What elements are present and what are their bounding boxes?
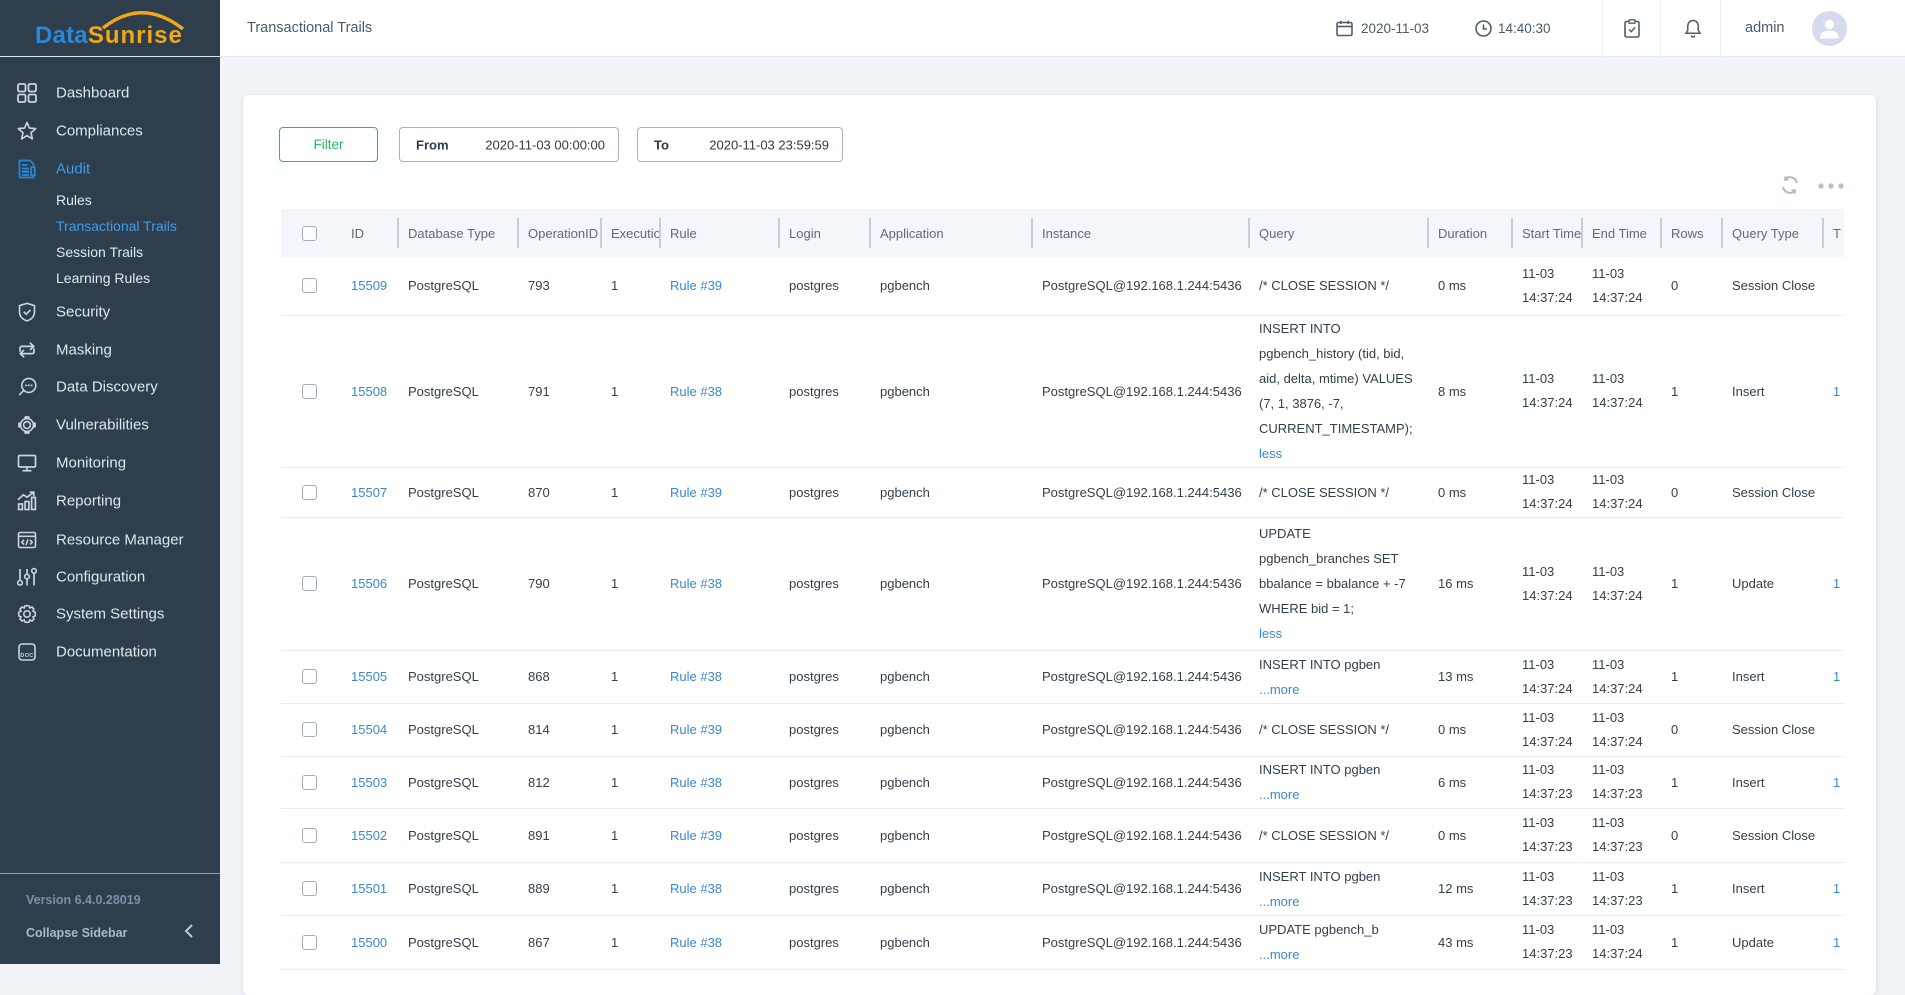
svg-text:DOC: DOC [20,653,33,659]
